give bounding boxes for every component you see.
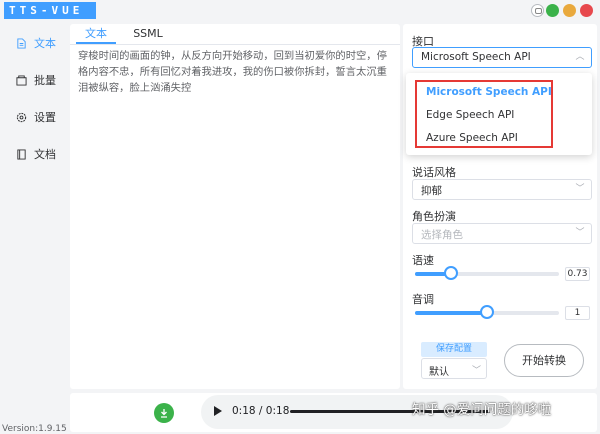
pitch-label: 音调: [412, 293, 434, 306]
start-convert-button[interactable]: 开始转换: [504, 344, 584, 377]
chevron-up-icon: ︿: [575, 52, 585, 62]
sidebar-item-label: 文档: [34, 148, 56, 161]
text-editor-panel: 文本 SSML 穿梭时间的画面的钟，从反方向开始移动，回到当初爱你的时空，停格内…: [70, 24, 400, 389]
download-button[interactable]: [154, 403, 174, 423]
sidebar-item-label: 批量: [34, 74, 56, 87]
gear-icon: [16, 112, 27, 122]
style-label: 说话风格: [412, 166, 456, 179]
version-label: Version:1.9.15 ↻: [2, 424, 77, 434]
chevron-down-icon: ﹀: [575, 228, 585, 238]
sidebar-item-label: 设置: [34, 111, 56, 124]
rate-slider-handle[interactable]: [444, 266, 458, 280]
pitch-slider-fill: [415, 311, 487, 315]
pitch-slider[interactable]: [415, 305, 559, 319]
sidebar-item-settings[interactable]: 设置: [0, 102, 66, 132]
pitch-value[interactable]: 1: [565, 306, 590, 320]
tab-ssml[interactable]: SSML: [128, 26, 168, 44]
rate-label: 语速: [412, 254, 434, 267]
chevron-down-icon: ﹀: [575, 184, 585, 194]
save-config-button[interactable]: 保存配置: [421, 342, 487, 357]
player-time: 0:18 / 0:18: [232, 405, 290, 417]
rate-value[interactable]: 0.73: [565, 267, 590, 281]
feedback-icon[interactable]: [531, 4, 544, 17]
sidebar-item-docs[interactable]: 文档: [0, 139, 66, 169]
play-icon[interactable]: [214, 406, 222, 416]
tab-text[interactable]: 文本: [76, 26, 116, 44]
style-select[interactable]: 抑郁 ﹀: [412, 179, 592, 200]
folder-icon: [16, 74, 27, 86]
highlight-box: [415, 80, 553, 148]
role-select[interactable]: 选择角色 ﹀: [412, 223, 592, 244]
tab-divider: [70, 44, 400, 45]
maximize-button[interactable]: [563, 4, 576, 17]
sidebar-item-text[interactable]: 文本: [0, 28, 66, 58]
pitch-slider-handle[interactable]: [480, 305, 494, 319]
role-label: 角色扮演: [412, 210, 456, 223]
text-input[interactable]: 穿梭时间的画面的钟，从反方向开始移动，回到当初爱你的时空，停格内容不忠，所有回忆…: [78, 48, 394, 96]
sidebar-item-label: 文本: [34, 37, 56, 50]
close-button[interactable]: [580, 4, 593, 17]
document-icon: [17, 37, 26, 49]
rate-slider[interactable]: [415, 266, 559, 280]
sidebar: 文本 批量 设置 文档: [0, 22, 66, 434]
chevron-down-icon: ﹀: [471, 366, 481, 376]
minimize-button[interactable]: [546, 4, 559, 17]
book-icon: [17, 148, 26, 160]
download-icon: [161, 409, 167, 418]
sidebar-item-batch[interactable]: 批量: [0, 65, 66, 95]
app-logo: TTS-VUE: [4, 2, 96, 19]
title-bar: TTS-VUE: [0, 0, 600, 22]
watermark: 知乎 @爱问问题的哆啦: [412, 402, 552, 418]
api-select[interactable]: Microsoft Speech API ︿: [412, 47, 592, 68]
config-select[interactable]: 默认 ﹀: [421, 358, 487, 379]
